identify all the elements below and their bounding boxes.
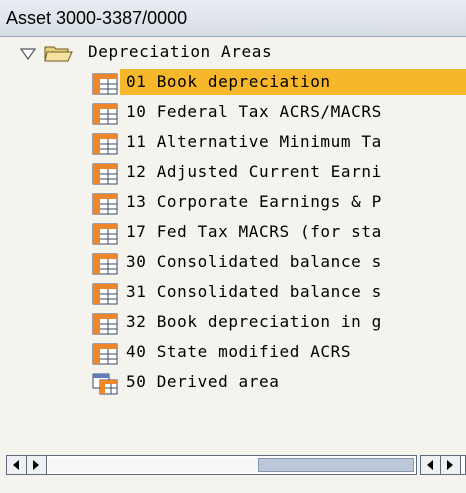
tree-item-11[interactable]: 11 Alternative Minimum Ta — [0, 127, 466, 157]
triangle-down-icon[interactable] — [19, 45, 37, 64]
table-icon — [92, 103, 118, 129]
asset-title: Asset 3000-3387/0000 — [6, 8, 188, 28]
tree-item-label: 40 State modified ACRS — [126, 342, 352, 361]
table-icon — [92, 193, 118, 219]
table-icon — [92, 73, 118, 99]
asset-tree-panel: Asset 3000-3387/0000 Depreciation Areas — [0, 0, 466, 493]
tree-item-label: 17 Fed Tax MACRS (for sta — [126, 222, 382, 241]
table-icon — [92, 283, 118, 309]
tree-item-50[interactable]: 50 Derived area — [0, 367, 466, 397]
tree-item-12[interactable]: 12 Adjusted Current Earni — [0, 157, 466, 187]
scroll-right-button[interactable] — [27, 456, 47, 474]
tree-item-label: 10 Federal Tax ACRS/MACRS — [126, 102, 382, 121]
tree-item-label: 01 Book depreciation — [126, 72, 331, 91]
table-icon — [92, 223, 118, 249]
tree-item-31[interactable]: 31 Consolidated balance s — [0, 277, 466, 307]
tree-item-label: 30 Consolidated balance s — [126, 252, 382, 271]
tree-item-40[interactable]: 40 State modified ACRS — [0, 337, 466, 367]
horizontal-scrollbar-right[interactable] — [420, 455, 466, 475]
table-icon — [92, 313, 118, 339]
depreciation-area-tree: Depreciation Areas 01 Book depreciation … — [0, 37, 466, 446]
table-icon — [92, 163, 118, 189]
scroll-thumb[interactable] — [258, 458, 414, 472]
tree-item-01[interactable]: 01 Book depreciation — [0, 67, 466, 97]
panel-footer — [0, 446, 466, 493]
tree-item-label: 11 Alternative Minimum Ta — [126, 132, 382, 151]
scroll-left-button[interactable] — [421, 456, 441, 474]
tree-item-32[interactable]: 32 Book depreciation in g — [0, 307, 466, 337]
tree-item-10[interactable]: 10 Federal Tax ACRS/MACRS — [0, 97, 466, 127]
scroll-left-button[interactable] — [7, 456, 27, 474]
tree-item-30[interactable]: 30 Consolidated balance s — [0, 247, 466, 277]
tree-item-label: 31 Consolidated balance s — [126, 282, 382, 301]
tree-item-label: 12 Adjusted Current Earni — [126, 162, 382, 181]
tree-item-13[interactable]: 13 Corporate Earnings & P — [0, 187, 466, 217]
horizontal-scrollbar-tree[interactable] — [6, 455, 417, 475]
tree-item-label: 32 Book depreciation in g — [126, 312, 382, 331]
folder-open-icon — [44, 43, 74, 67]
tree-item-label: 13 Corporate Earnings & P — [126, 192, 382, 211]
tree-item-label: 50 Derived area — [126, 372, 280, 391]
tree-node-label: Depreciation Areas — [88, 42, 273, 61]
tree-item-17[interactable]: 17 Fed Tax MACRS (for sta — [0, 217, 466, 247]
table-icon — [92, 343, 118, 369]
table-icon — [92, 253, 118, 279]
tree-node-depreciation-areas[interactable]: Depreciation Areas — [0, 37, 466, 67]
scroll-right-button[interactable] — [441, 456, 461, 474]
derived-table-icon — [92, 373, 118, 399]
table-icon — [92, 133, 118, 159]
scroll-track[interactable] — [48, 458, 258, 472]
panel-header: Asset 3000-3387/0000 — [0, 0, 466, 37]
